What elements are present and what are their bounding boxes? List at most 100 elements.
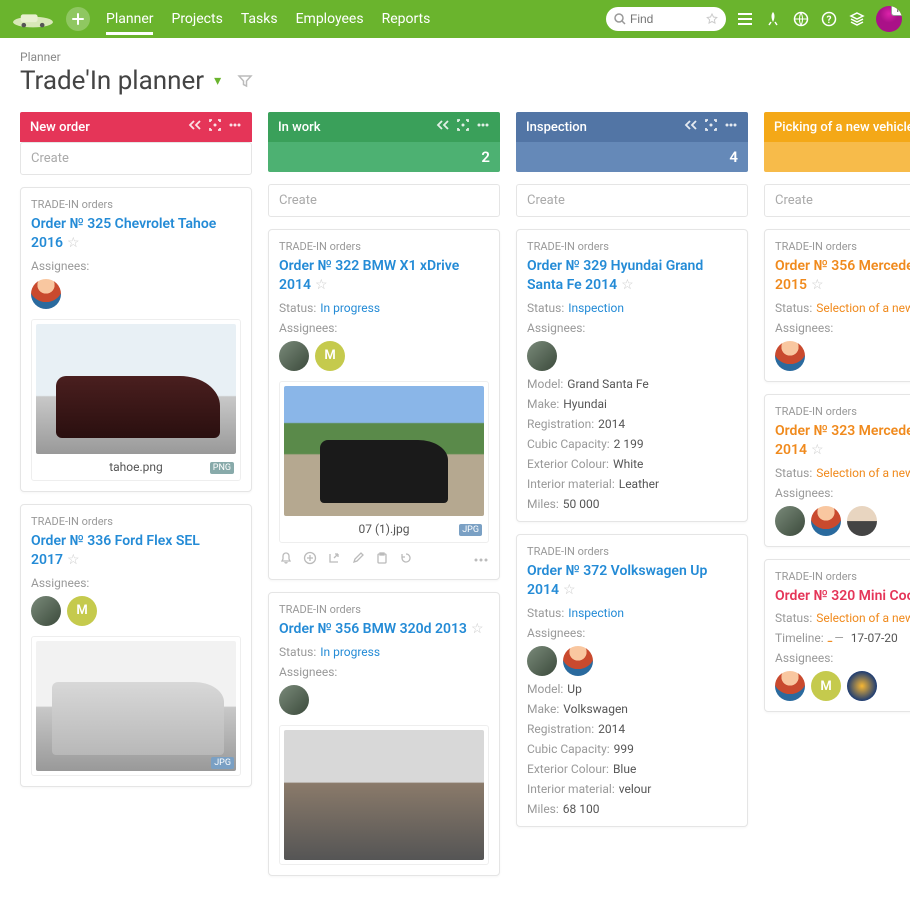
filter-icon[interactable] [237, 66, 253, 96]
create-card[interactable]: Create [764, 184, 910, 217]
star-icon[interactable]: ☆ [621, 277, 634, 293]
star-icon[interactable]: ☆ [811, 277, 824, 293]
assignee-avatar[interactable] [775, 506, 805, 536]
card[interactable]: TRADE-IN ordersOrder № 329 Hyundai Grand… [516, 229, 748, 522]
focus-icon[interactable] [208, 118, 222, 136]
star-icon[interactable]: ☆ [67, 552, 80, 568]
column-menu-icon[interactable] [476, 118, 490, 136]
attachment-thumb[interactable] [279, 725, 489, 865]
assignee-avatar[interactable]: M [67, 596, 97, 626]
move-icon[interactable] [327, 551, 341, 569]
card-title[interactable]: Order № 323 Mercedes A180 2014 [775, 423, 910, 458]
card-title[interactable]: Order № 325 Chevrolet Tahoe 2016 [31, 216, 216, 251]
search-input[interactable] [630, 12, 702, 26]
card-category: TRADE-IN orders [775, 405, 910, 418]
card[interactable]: TRADE-IN ordersOrder № 372 Volkswagen Up… [516, 534, 748, 827]
assignee-avatar[interactable] [811, 506, 841, 536]
nav-reports[interactable]: Reports [382, 3, 431, 35]
assignees: M [279, 341, 489, 371]
assignee-avatar[interactable] [775, 671, 805, 701]
card-title[interactable]: Order № 356 BMW 320d 2013 [279, 621, 467, 637]
history-icon[interactable] [399, 551, 413, 569]
assignee-avatar[interactable] [527, 646, 557, 676]
star-icon[interactable]: ☆ [315, 277, 328, 293]
detail-row: Interior material:Leather [527, 477, 737, 491]
assignee-avatar[interactable] [279, 341, 309, 371]
attachment-thumb[interactable]: JPG07 (1).jpg [279, 381, 489, 543]
star-icon[interactable]: ☆ [67, 235, 80, 251]
card-title[interactable]: Order № 329 Hyundai Grand Santa Fe 2014 [527, 258, 703, 293]
collapse-icon[interactable] [188, 119, 202, 135]
assignee-avatar[interactable]: M [315, 341, 345, 371]
help-icon[interactable]: ? [820, 10, 838, 28]
assignee-avatar[interactable] [847, 671, 877, 701]
assignee-avatar[interactable] [847, 506, 877, 536]
card-title[interactable]: Order № 372 Volkswagen Up 2014 [527, 563, 707, 598]
user-avatar[interactable]: 1 [876, 6, 902, 32]
focus-icon[interactable] [456, 118, 470, 136]
column-menu-icon[interactable] [228, 118, 242, 136]
assignee-avatar[interactable] [31, 596, 61, 626]
menu-icon[interactable] [736, 10, 754, 28]
bell-icon[interactable] [279, 551, 293, 569]
collapse-icon[interactable] [436, 119, 450, 135]
assignees-label: Assignees: [527, 626, 737, 640]
nav-tasks[interactable]: Tasks [241, 3, 278, 35]
edit-icon[interactable] [351, 551, 365, 569]
card[interactable]: TRADE-IN orders Order № 322 BMW X1 xDrive… [268, 229, 500, 580]
logo[interactable] [8, 5, 58, 33]
star-icon[interactable]: ☆ [563, 582, 576, 598]
add-icon[interactable] [303, 551, 317, 569]
chevron-down-icon[interactable]: ▾ [214, 73, 221, 89]
assignee-avatar[interactable] [279, 685, 309, 715]
card-title[interactable]: Order № 322 BMW X1 xDrive 2014 [279, 258, 459, 293]
attachment-thumb[interactable]: PNGtahoe.png [31, 319, 241, 481]
star-icon[interactable]: ☆ [471, 621, 484, 637]
nav-planner[interactable]: Planner [106, 3, 153, 35]
card-title[interactable]: Order № 336 Ford Flex SEL 2017 [31, 533, 200, 568]
add-button[interactable] [66, 7, 90, 31]
assignee-avatar[interactable] [563, 646, 593, 676]
create-card[interactable]: Create [516, 184, 748, 217]
star-icon[interactable]: ☆ [811, 442, 824, 458]
clipboard-icon[interactable] [375, 551, 389, 569]
card-category: TRADE-IN orders [279, 240, 489, 253]
breadcrumb[interactable]: Planner [20, 50, 890, 64]
column-count: 4 [516, 142, 748, 172]
column: In work 2CreateTRADE-IN ordersOrder № 32… [268, 112, 500, 888]
card[interactable]: TRADE-IN orders Order № 323 Mercedes A180… [764, 394, 910, 547]
search-icon [614, 13, 626, 25]
card[interactable]: TRADE-IN orders Order № 356 Mercedes A180… [764, 229, 910, 382]
rocket-icon[interactable] [764, 10, 782, 28]
more-icon[interactable] [473, 552, 489, 567]
file-ext-badge: JPG [459, 524, 482, 536]
focus-icon[interactable] [704, 118, 718, 136]
star-icon[interactable] [706, 13, 718, 25]
column-menu-icon[interactable] [724, 118, 738, 136]
collapse-icon[interactable] [684, 119, 698, 135]
card[interactable]: TRADE-IN ordersOrder № 356 BMW 320d 2013… [268, 592, 500, 876]
card-category: TRADE-IN orders [775, 240, 910, 253]
nav-projects[interactable]: Projects [171, 3, 222, 35]
create-card[interactable]: Create [20, 142, 252, 175]
column-header[interactable]: Picking of a new vehicle [764, 112, 910, 142]
assignee-avatar[interactable]: M [811, 671, 841, 701]
layers-icon[interactable] [848, 10, 866, 28]
assignee-avatar[interactable] [31, 279, 61, 309]
search-box[interactable] [606, 7, 726, 31]
create-card[interactable]: Create [268, 184, 500, 217]
column-header[interactable]: New order [20, 112, 252, 142]
card[interactable]: TRADE-IN ordersOrder № 325 Chevrolet Tah… [20, 187, 252, 492]
card-title[interactable]: Order № 320 Mini Cooper [775, 588, 910, 604]
detail-row: Exterior Colour:White [527, 457, 737, 471]
column-header[interactable]: Inspection [516, 112, 748, 142]
assignee-avatar[interactable] [527, 341, 557, 371]
card-title[interactable]: Order № 356 Mercedes A180 2015 [775, 258, 910, 293]
column-header[interactable]: In work [268, 112, 500, 142]
card[interactable]: TRADE-IN ordersOrder № 320 Mini Cooper☆S… [764, 559, 910, 713]
card[interactable]: TRADE-IN ordersOrder № 336 Ford Flex SEL… [20, 504, 252, 787]
assignee-avatar[interactable] [775, 341, 805, 371]
globe-icon[interactable] [792, 10, 810, 28]
attachment-thumb[interactable]: JPG [31, 636, 241, 776]
nav-employees[interactable]: Employees [296, 3, 364, 35]
